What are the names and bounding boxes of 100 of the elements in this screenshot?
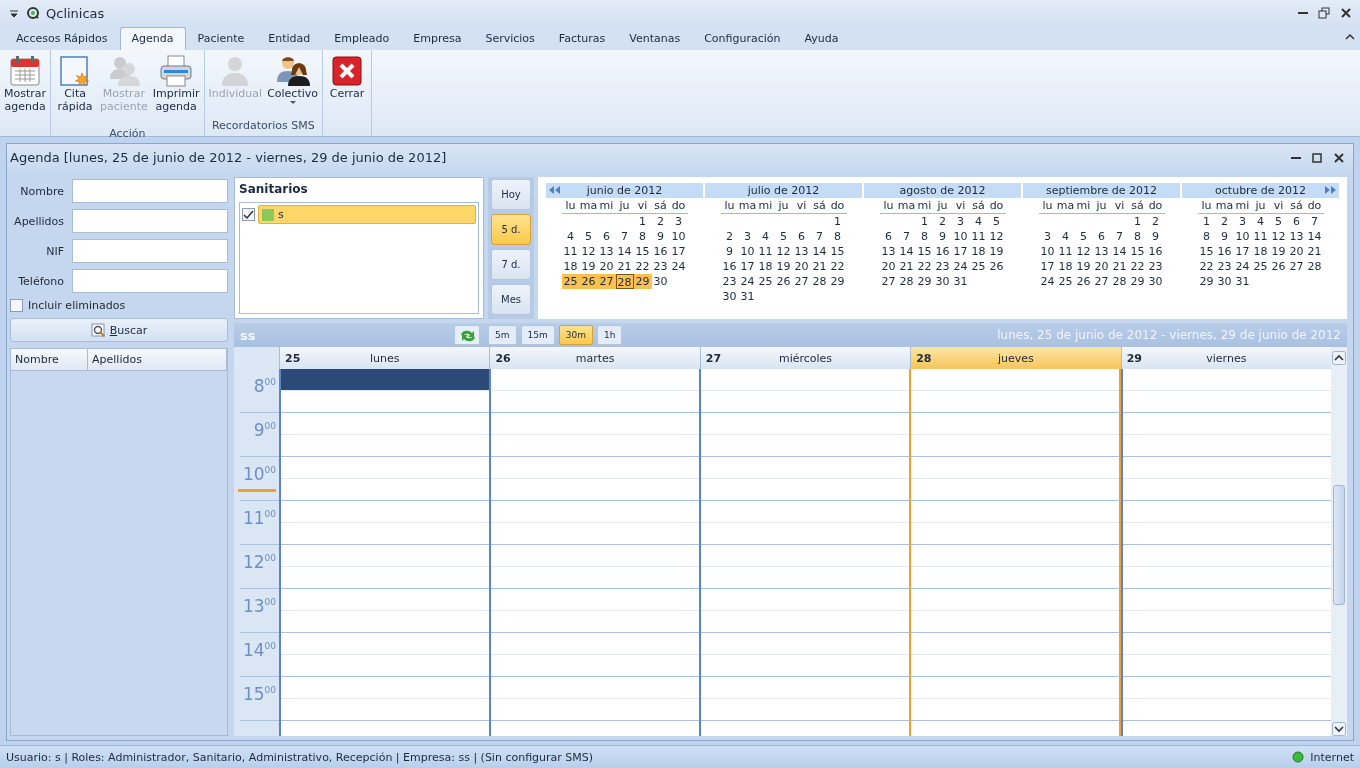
calendar-day[interactable]: 5	[1269, 214, 1288, 229]
calendar-day[interactable]: 11	[969, 229, 988, 244]
calendar-day[interactable]: 18	[969, 244, 988, 259]
calendar-day[interactable]: 11	[756, 244, 775, 259]
calendar-day[interactable]: 21	[615, 259, 634, 274]
calendar-day[interactable]: 13	[879, 244, 898, 259]
calendar-day[interactable]: 28	[1110, 274, 1129, 289]
ribbon-tab[interactable]: Facturas	[546, 27, 618, 50]
ribbon-button[interactable]: Colectivo	[265, 54, 321, 119]
calendar-day[interactable]: 25	[1056, 274, 1075, 289]
calendar-day[interactable]: 28	[810, 274, 829, 289]
calendar-day[interactable]: 2	[1146, 214, 1165, 229]
view-button[interactable]: 5 d.	[491, 214, 531, 245]
input-field[interactable]	[72, 179, 228, 203]
calendar-day[interactable]: 21	[1305, 244, 1324, 259]
checkbox[interactable]	[242, 208, 255, 221]
calendar-day[interactable]: 22	[828, 259, 847, 274]
ribbon-tab[interactable]: Ayuda	[792, 27, 851, 50]
calendar-day[interactable]: 20	[792, 259, 811, 274]
calendar-day[interactable]: 11	[1056, 244, 1075, 259]
calendar-day[interactable]: 6	[597, 229, 616, 244]
calendar-day[interactable]: 22	[915, 259, 934, 274]
calendar-day[interactable]: 28	[897, 274, 916, 289]
calendar-day[interactable]: 21	[810, 259, 829, 274]
calendar-day[interactable]: 16	[651, 244, 670, 259]
ribbon-tab[interactable]: Entidad	[256, 27, 323, 50]
calendar-day[interactable]: 18	[1251, 244, 1270, 259]
calendar-day[interactable]: 22	[1197, 259, 1216, 274]
ribbon-tab[interactable]: Servicios	[473, 27, 547, 50]
calendar-day[interactable]: 29	[1128, 274, 1147, 289]
calendar-day[interactable]: 15	[915, 244, 934, 259]
interval-button[interactable]: 5m	[488, 325, 517, 345]
interval-button[interactable]: 15m	[520, 325, 555, 345]
calendar-day[interactable]: 30	[1146, 274, 1165, 289]
calendar-day[interactable]: 12	[579, 244, 598, 259]
calendar-day[interactable]: 4	[756, 229, 775, 244]
column-header[interactable]: Apellidos	[88, 349, 227, 370]
calendar-day[interactable]: 26	[1269, 259, 1288, 274]
calendar-day[interactable]: 27	[879, 274, 898, 289]
calendar-day[interactable]: 28	[1305, 259, 1324, 274]
calendar-day[interactable]: 2	[651, 214, 670, 229]
calendar-day[interactable]: 21	[1110, 259, 1129, 274]
calendar-day[interactable]: 16	[1146, 244, 1165, 259]
calendar-day[interactable]: 14	[810, 244, 829, 259]
calendar-day[interactable]: 16	[1215, 244, 1234, 259]
calendar-day[interactable]: 26	[774, 274, 793, 289]
calendar-day[interactable]: 9	[1146, 229, 1165, 244]
calendar-day[interactable]: 6	[1287, 214, 1306, 229]
calendar-day[interactable]: 18	[756, 259, 775, 274]
calendar-day[interactable]: 25	[561, 274, 580, 289]
calendar-day[interactable]: 11	[1251, 229, 1270, 244]
calendar-day[interactable]: 4	[1251, 214, 1270, 229]
calendar-day[interactable]: 6	[879, 229, 898, 244]
calendar-day[interactable]: 8	[1128, 229, 1147, 244]
ribbon-tab[interactable]: Empresa	[401, 27, 474, 50]
calendar-day[interactable]: 10	[951, 229, 970, 244]
calendar-day[interactable]: 9	[720, 244, 739, 259]
calendar-day[interactable]: 22	[633, 259, 652, 274]
ribbon-button[interactable]: Imprimir agenda	[150, 54, 202, 127]
calendar-day[interactable]: 10	[1038, 244, 1057, 259]
calendar-day[interactable]: 17	[951, 244, 970, 259]
input-field[interactable]	[72, 239, 228, 263]
calendar-day[interactable]: 25	[969, 259, 988, 274]
calendar-day[interactable]: 23	[933, 259, 952, 274]
calendar-day[interactable]: 12	[1269, 229, 1288, 244]
calendar-day[interactable]: 2	[1215, 214, 1234, 229]
calendar-day[interactable]: 29	[1197, 274, 1216, 289]
calendar-day[interactable]: 14	[1110, 244, 1129, 259]
calendar-day[interactable]: 14	[897, 244, 916, 259]
calendar-day[interactable]: 3	[738, 229, 757, 244]
calendar-day[interactable]: 25	[756, 274, 775, 289]
calendar-day[interactable]: 3	[1038, 229, 1057, 244]
search-button[interactable]: Buscar	[10, 318, 228, 342]
calendar-day[interactable]: 21	[897, 259, 916, 274]
calendar-day[interactable]: 1	[633, 214, 652, 229]
calendar-day[interactable]: 20	[597, 259, 616, 274]
calendar-day[interactable]: 9	[1215, 229, 1234, 244]
ribbon-tab[interactable]: Ventanas	[617, 27, 693, 50]
calendar-day[interactable]: 12	[774, 244, 793, 259]
calendar-day[interactable]: 26	[987, 259, 1006, 274]
calendar-day[interactable]: 13	[597, 244, 616, 259]
view-button[interactable]: Hoy	[491, 179, 531, 210]
calendar-day[interactable]: 19	[774, 259, 793, 274]
calendar-day[interactable]: 13	[1092, 244, 1111, 259]
calendar-day[interactable]: 3	[669, 214, 688, 229]
calendar-day[interactable]: 7	[897, 229, 916, 244]
ribbon-button[interactable]: Cita rápida	[53, 54, 98, 127]
calendar-day[interactable]: 25	[1251, 259, 1270, 274]
calendar-day[interactable]: 27	[1092, 274, 1111, 289]
calendar-day[interactable]: 17	[1038, 259, 1057, 274]
scroll-thumb[interactable]	[1333, 485, 1345, 605]
calendar-day[interactable]: 13	[792, 244, 811, 259]
calendar-day[interactable]: 17	[669, 244, 688, 259]
calendar-day[interactable]: 24	[738, 274, 757, 289]
calendar-day[interactable]: 30	[720, 289, 739, 304]
calendar-day[interactable]: 5	[1074, 229, 1093, 244]
calendar-day[interactable]: 23	[1146, 259, 1165, 274]
checkbox[interactable]	[10, 299, 23, 312]
calendar-day[interactable]: 17	[738, 259, 757, 274]
calendar-day[interactable]: 22	[1128, 259, 1147, 274]
